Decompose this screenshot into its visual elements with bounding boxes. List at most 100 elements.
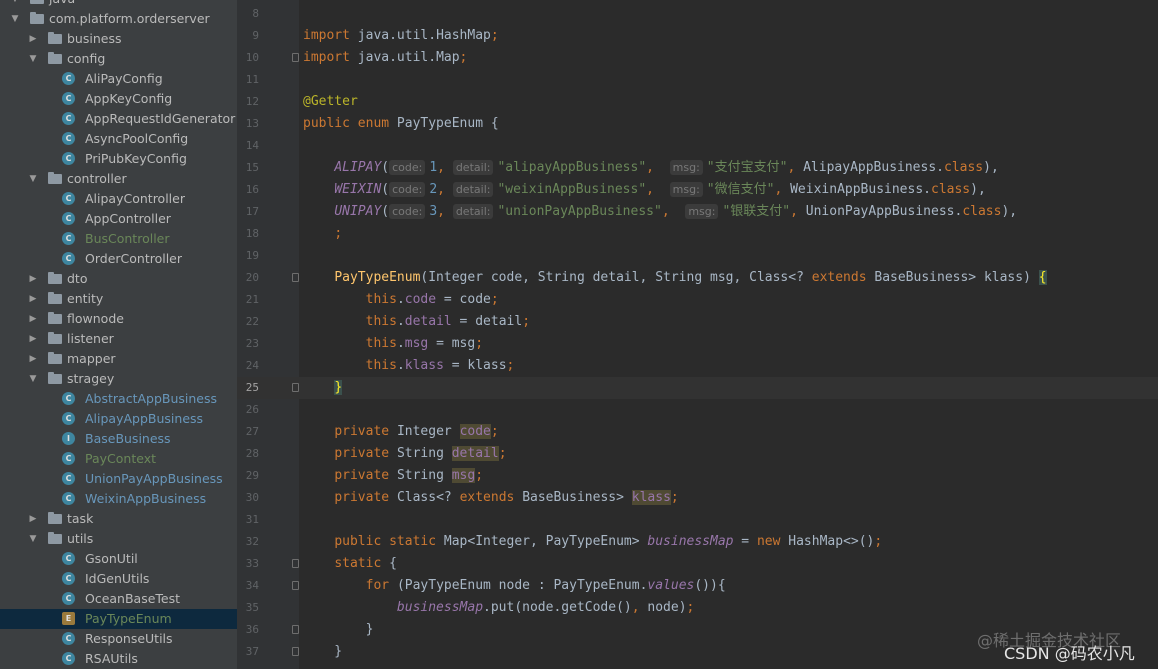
tree-file[interactable]: C OrderController	[0, 249, 237, 269]
tree-file[interactable]: C AbstractAppBusiness	[0, 389, 237, 409]
tree-file[interactable]: C AppController	[0, 209, 237, 229]
chevron-right-icon[interactable]: ▶	[28, 289, 38, 309]
fold-marker-icon[interactable]	[292, 53, 299, 62]
tree-file[interactable]: C AppKeyConfig	[0, 89, 237, 109]
code-token: businessMap	[396, 600, 484, 615]
chevron-right-icon[interactable]: ▶	[28, 329, 38, 349]
code-line[interactable]: 35 businessMap.put(node.getCode(), node)…	[237, 597, 1158, 619]
tree-folder[interactable]: ▶ flownode	[0, 309, 237, 329]
code-token: ,	[437, 160, 453, 175]
line-number: 8	[252, 7, 259, 20]
tree-folder[interactable]: ▶ dto	[0, 269, 237, 289]
code-line[interactable]: 29 private String msg;	[237, 465, 1158, 487]
tree-file[interactable]: C ResponseUtils	[0, 629, 237, 649]
chevron-down-icon[interactable]: ▼	[10, 0, 20, 9]
class-icon: C	[62, 572, 75, 585]
code-text: private Class<? extends BaseBusiness> kl…	[303, 487, 679, 509]
code-line[interactable]: 34 for (PayTypeEnum node : PayTypeEnum.v…	[237, 575, 1158, 597]
fold-marker-icon[interactable]	[292, 383, 299, 392]
tree-file[interactable]: C OceanBaseTest	[0, 589, 237, 609]
code-line[interactable]: 16 WEIXIN(code: 2, detail: "weixinAppBusin…	[237, 179, 1158, 201]
code-line[interactable]: 17 UNIPAY(code: 3, detail: "unionPayAppBus…	[237, 201, 1158, 223]
tree-file[interactable]: C PriPubKeyConfig	[0, 149, 237, 169]
tree-item-label: entity	[67, 291, 104, 306]
code-line[interactable]: 31	[237, 509, 1158, 531]
chevron-right-icon[interactable]: ▶	[28, 509, 38, 529]
tree-file[interactable]: C AppRequestIdGenerator	[0, 109, 237, 129]
tree-file[interactable]: C AliPayConfig	[0, 69, 237, 89]
tree-folder[interactable]: ▼ com.platform.orderserver	[0, 9, 237, 29]
fold-marker-icon[interactable]	[292, 581, 299, 590]
code-line[interactable]: 28 private String detail;	[237, 443, 1158, 465]
tree-file[interactable]: C AlipayAppBusiness	[0, 409, 237, 429]
tree-folder[interactable]: ▼ java	[0, 0, 237, 9]
tree-folder[interactable]: ▶ task	[0, 509, 237, 529]
code-token: ;	[506, 358, 515, 373]
line-number: 9	[252, 29, 259, 42]
code-line[interactable]: 19	[237, 245, 1158, 267]
code-token: = klass	[443, 358, 507, 373]
tree-item-label: AppController	[85, 211, 171, 226]
chevron-right-icon[interactable]: ▶	[28, 349, 38, 369]
tree-folder[interactable]: ▼ utils	[0, 529, 237, 549]
code-line[interactable]: 9 import java.util.HashMap;	[237, 25, 1158, 47]
code-line[interactable]: 26	[237, 399, 1158, 421]
tree-file[interactable]: C UnionPayAppBusiness	[0, 469, 237, 489]
class-icon: C	[62, 192, 75, 205]
code-token: ;	[475, 336, 484, 351]
tree-file[interactable]: I BaseBusiness	[0, 429, 237, 449]
code-line[interactable]: 32 public static Map<Integer, PayTypeEnu…	[237, 531, 1158, 553]
fold-marker-icon[interactable]	[292, 273, 299, 282]
tree-file[interactable]: C GsonUtil	[0, 549, 237, 569]
code-token: klass	[404, 358, 444, 373]
tree-folder[interactable]: ▶ listener	[0, 329, 237, 349]
code-token: ,	[631, 600, 648, 615]
fold-marker-icon[interactable]	[292, 559, 299, 568]
code-line[interactable]: 14	[237, 135, 1158, 157]
code-token: class	[931, 182, 971, 197]
tree-file[interactable]: C RSAUtils	[0, 649, 237, 669]
code-line[interactable]: 25 }	[237, 377, 1158, 399]
code-line[interactable]: 33 static {	[237, 553, 1158, 575]
tree-file[interactable]: E PayTypeEnum	[0, 609, 237, 629]
code-line[interactable]: 13 public enum PayTypeEnum {	[237, 113, 1158, 135]
code-line[interactable]: 27 private Integer code;	[237, 421, 1158, 443]
chevron-down-icon[interactable]: ▼	[28, 369, 38, 389]
code-line[interactable]: 22 this.detail = detail;	[237, 311, 1158, 333]
chevron-down-icon[interactable]: ▼	[28, 49, 38, 69]
tree-file[interactable]: C AlipayController	[0, 189, 237, 209]
tree-folder[interactable]: ▶ mapper	[0, 349, 237, 369]
chevron-right-icon[interactable]: ▶	[28, 309, 38, 329]
code-line[interactable]: 23 this.msg = msg;	[237, 333, 1158, 355]
code-line[interactable]: 15 ALIPAY(code: 1, detail: "alipayAppBusin…	[237, 157, 1158, 179]
tree-folder[interactable]: ▼ stragey	[0, 369, 237, 389]
tree-file[interactable]: C WeixinAppBusiness	[0, 489, 237, 509]
class-icon: C	[62, 152, 75, 165]
code-line[interactable]: 10 import java.util.Map;	[237, 47, 1158, 69]
code-token: ),	[970, 182, 986, 197]
fold-marker-icon[interactable]	[292, 625, 299, 634]
code-line[interactable]: 8	[237, 3, 1158, 25]
tree-folder[interactable]: ▼ config	[0, 49, 237, 69]
fold-marker-icon[interactable]	[292, 647, 299, 656]
tree-file[interactable]: C BusController	[0, 229, 237, 249]
tree-folder[interactable]: ▶ business	[0, 29, 237, 49]
code-line[interactable]: 12 @Getter	[237, 91, 1158, 113]
line-number: 13	[245, 117, 259, 130]
code-line[interactable]: 11	[237, 69, 1158, 91]
chevron-down-icon[interactable]: ▼	[10, 9, 20, 29]
tree-file[interactable]: C IdGenUtils	[0, 569, 237, 589]
code-line[interactable]: 18 ;	[237, 223, 1158, 245]
tree-file[interactable]: C AsyncPoolConfig	[0, 129, 237, 149]
tree-folder[interactable]: ▶ entity	[0, 289, 237, 309]
code-line[interactable]: 21 this.code = code;	[237, 289, 1158, 311]
chevron-down-icon[interactable]: ▼	[28, 169, 38, 189]
tree-file[interactable]: C PayContext	[0, 449, 237, 469]
code-line[interactable]: 20 PayTypeEnum(Integer code, String deta…	[237, 267, 1158, 289]
chevron-right-icon[interactable]: ▶	[28, 29, 38, 49]
tree-folder[interactable]: ▼ controller	[0, 169, 237, 189]
chevron-down-icon[interactable]: ▼	[28, 529, 38, 549]
chevron-right-icon[interactable]: ▶	[28, 269, 38, 289]
code-line[interactable]: 24 this.klass = klass;	[237, 355, 1158, 377]
code-line[interactable]: 30 private Class<? extends BaseBusiness>…	[237, 487, 1158, 509]
